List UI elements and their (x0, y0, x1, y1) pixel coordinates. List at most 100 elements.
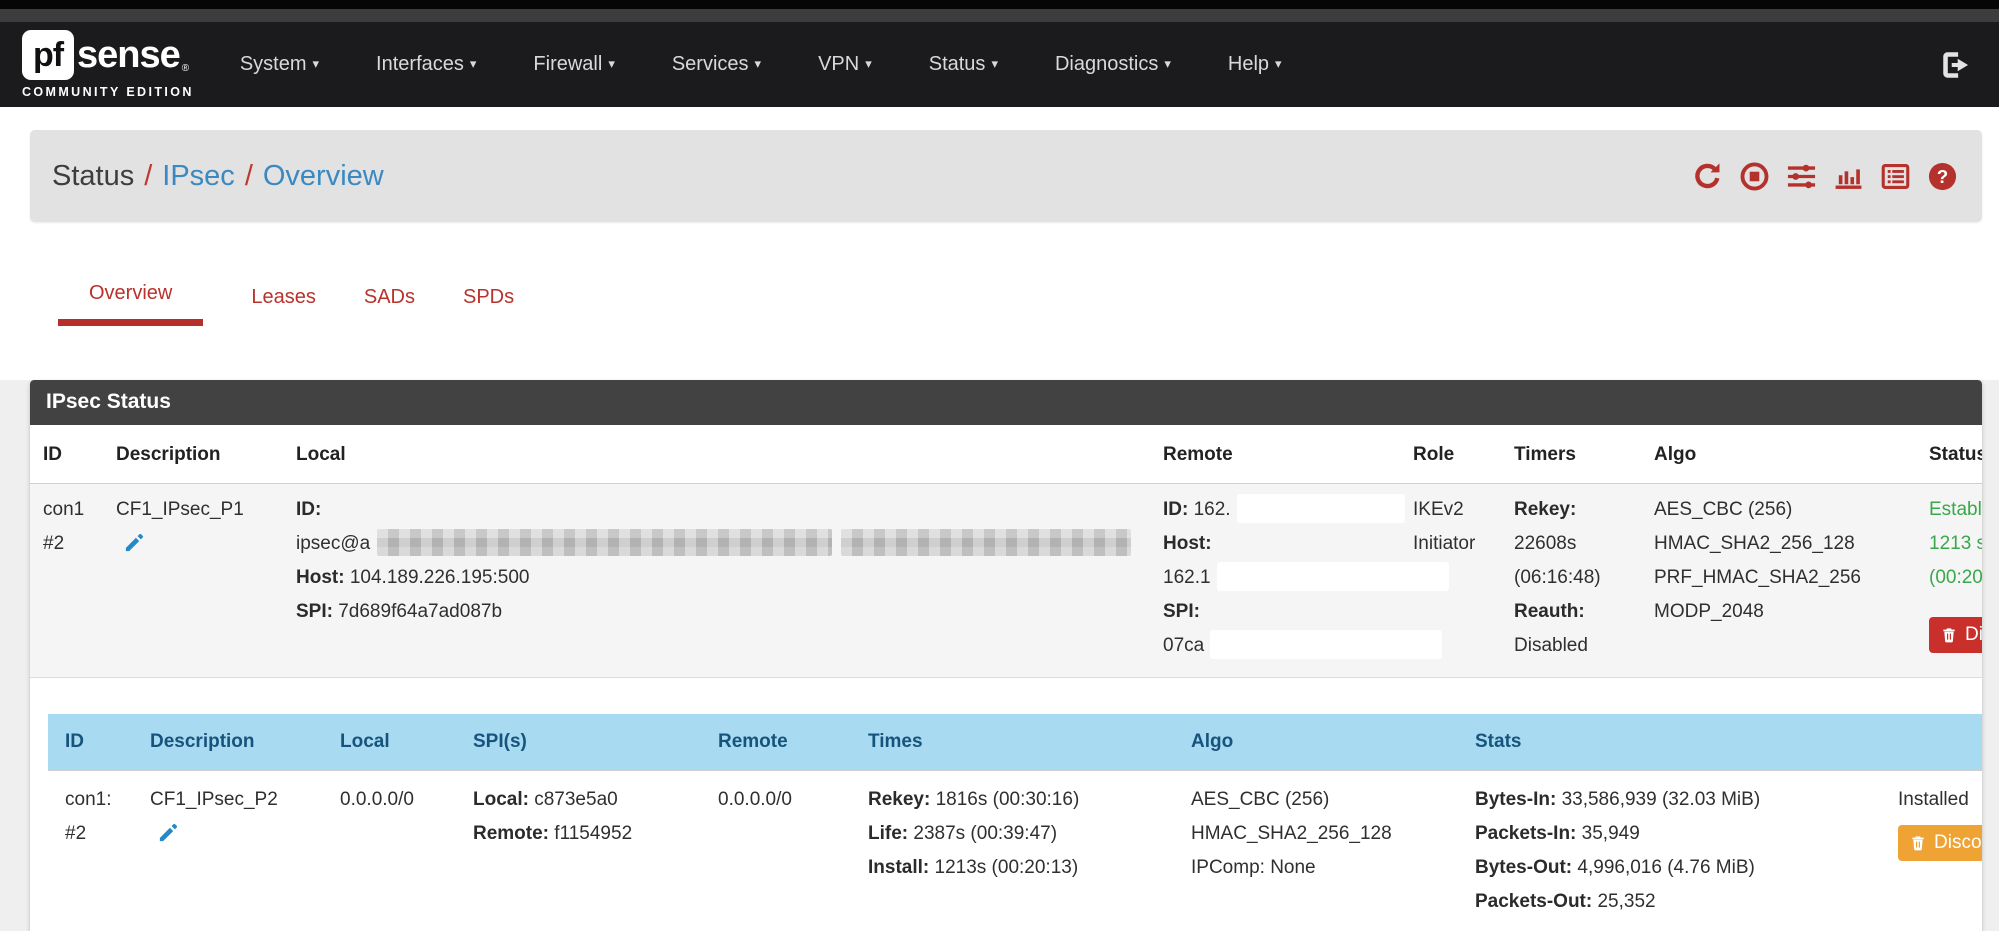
menu-item-system[interactable]: System▾ (240, 53, 319, 76)
window-title-strip (0, 9, 1999, 22)
col-local: Local (283, 425, 1150, 484)
cell-status: Establ 1213 s (00:20 Dis (1916, 484, 1982, 678)
status-seconds: 1213 s (1929, 527, 1982, 561)
cell-local: ID: ipsec@a Host: 104.189.226.195:500 SP… (283, 484, 1150, 678)
cell-remote: 0.0.0.0/0 (701, 771, 851, 931)
disconnect-child-label: Disco (1934, 832, 1982, 854)
child-header-row: ID Description Local SPI(s) Remote Times… (48, 714, 1982, 771)
local-host-label: Host: (296, 567, 345, 588)
spi-local-label: Local: (473, 789, 529, 810)
breadcrumb-link-ipsec[interactable]: IPsec (162, 160, 235, 192)
edit-pencil-icon[interactable] (123, 531, 146, 566)
top-navbar: pf sense ® COMMUNITY EDITION System▾ Int… (0, 22, 1999, 107)
col-local: Local (323, 714, 456, 771)
ike-header-row: ID Description Local Remote Role Timers … (30, 425, 1982, 484)
algo-enc: AES_CBC (256) (1191, 783, 1458, 817)
local-spi-label: SPI: (296, 601, 333, 622)
menu-item-status[interactable]: Status▾ (929, 53, 998, 76)
remote-id-value: 162. (1194, 499, 1231, 520)
menu-item-services[interactable]: Services▾ (672, 53, 761, 76)
rekey-label: Rekey: (1514, 499, 1576, 520)
chevron-down-icon: ▾ (1164, 56, 1171, 71)
packets-in-value: 35,949 (1582, 823, 1640, 844)
breadcrumb-link-overview[interactable]: Overview (263, 160, 384, 192)
algo-enc: AES_CBC (256) (1654, 493, 1916, 527)
cell-status: Installed Disco (1881, 771, 1982, 931)
refresh-icon[interactable] (1692, 161, 1723, 192)
tab-spds[interactable]: SPDs (463, 286, 514, 326)
upper-content: Status/IPsec/Overview ? Overview (0, 107, 1999, 380)
cell-times: Rekey: 1816s (00:30:16) Life: 2387s (00:… (851, 771, 1174, 931)
filter-sliders-icon[interactable] (1786, 161, 1817, 192)
child-local-net: 0.0.0.0/0 (340, 783, 456, 817)
col-spis: SPI(s) (456, 714, 701, 771)
role-version: IKEv2 (1413, 493, 1501, 527)
remote-host-label: Host: (1163, 533, 1212, 554)
child-sa-container-row: ID Description Local SPI(s) Remote Times… (30, 678, 1982, 931)
ike-description: CF1_IPsec_P1 (116, 493, 283, 527)
status-time: (00:20 (1929, 561, 1982, 595)
menu-item-vpn[interactable]: VPN▾ (818, 53, 872, 76)
local-spi-value: 7d689f64a7ad087b (338, 601, 502, 622)
tab-overview[interactable]: Overview (58, 282, 203, 326)
ipsec-status-panel: IPsec Status ID Description Local Remote… (30, 380, 1982, 931)
life-value: 2387s (00:39:47) (913, 823, 1057, 844)
chevron-down-icon: ▾ (313, 56, 320, 71)
ike-id: con1 (43, 493, 103, 527)
col-status (1881, 714, 1982, 771)
pfsense-logo[interactable]: pf sense ® COMMUNITY EDITION (22, 30, 194, 99)
col-times: Times (851, 714, 1174, 771)
cell-description: CF1_IPsec_P2 (133, 771, 323, 931)
breadcrumb-separator: / (134, 160, 162, 192)
menu-item-firewall[interactable]: Firewall▾ (533, 53, 614, 76)
stop-icon[interactable] (1739, 161, 1770, 192)
tab-leases[interactable]: Leases (251, 286, 316, 326)
menu-item-help[interactable]: Help▾ (1228, 53, 1282, 76)
col-remote: Remote (1150, 425, 1400, 484)
algo-dh: MODP_2048 (1654, 595, 1916, 629)
status-established: Establ (1929, 493, 1982, 527)
menu-item-interfaces[interactable]: Interfaces▾ (376, 53, 476, 76)
algo-integ: HMAC_SHA2_256_128 (1191, 817, 1458, 851)
child-sa-row: con1: #2 CF1_IPsec_P2 (48, 771, 1982, 931)
remote-id-label: ID: (1163, 499, 1188, 520)
redacted-box (1237, 494, 1405, 523)
col-timers: Timers (1501, 425, 1641, 484)
cell-description: CF1_IPsec_P1 (103, 484, 283, 678)
ike-sa-row: con1 #2 CF1_IPsec_P1 ID: ipsec@a (30, 484, 1982, 678)
sign-out-icon[interactable] (1939, 48, 1973, 82)
col-id: ID (48, 714, 133, 771)
spi-local-value: c873e5a0 (534, 789, 617, 810)
chevron-down-icon: ▾ (755, 56, 762, 71)
redacted-box (1217, 562, 1449, 591)
pfsense-logo-edition: COMMUNITY EDITION (22, 85, 194, 99)
disconnect-child-button[interactable]: Disco (1898, 825, 1982, 861)
col-remote: Remote (701, 714, 851, 771)
col-stats: Stats (1458, 714, 1881, 771)
install-value: 1213s (00:20:13) (935, 857, 1079, 878)
redacted-blur (841, 529, 1131, 556)
spi-remote-label: Remote: (473, 823, 549, 844)
breadcrumb: Status/IPsec/Overview (52, 160, 384, 193)
bar-chart-icon[interactable] (1833, 161, 1864, 192)
child-remote-net: 0.0.0.0/0 (718, 783, 851, 817)
disconnect-button[interactable]: Dis (1929, 617, 1982, 653)
life-label: Life: (868, 823, 908, 844)
log-list-icon[interactable] (1880, 161, 1911, 192)
tab-sads[interactable]: SADs (364, 286, 415, 326)
cell-timers: Rekey: 22608s (06:16:48) Reauth: Disable… (1501, 484, 1641, 678)
reauth-label: Reauth: (1514, 601, 1585, 622)
window-top-strip (0, 0, 1999, 9)
menu-item-diagnostics[interactable]: Diagnostics▾ (1055, 53, 1171, 76)
algo-integ: HMAC_SHA2_256_128 (1654, 527, 1916, 561)
child-id: con1: (65, 783, 133, 817)
help-icon[interactable]: ? (1927, 161, 1958, 192)
bytes-in-value: 33,586,939 (32.03 MiB) (1562, 789, 1761, 810)
main-menu: System▾ Interfaces▾ Firewall▾ Services▾ … (240, 53, 1282, 76)
ike-table-clip: ID Description Local Remote Role Timers … (30, 425, 1982, 931)
panel-title: IPsec Status (30, 380, 1982, 425)
rekey-time: (06:16:48) (1514, 561, 1641, 595)
local-id-label: ID: (296, 499, 321, 520)
cell-spis: Local: c873e5a0 Remote: f1154952 (456, 771, 701, 931)
edit-pencil-icon[interactable] (157, 821, 180, 856)
